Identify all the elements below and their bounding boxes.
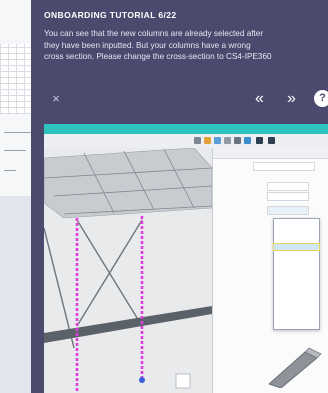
previous-step-icon[interactable]: «: [255, 90, 264, 108]
column-support: [139, 377, 145, 383]
app-toolbar: [44, 134, 328, 149]
property-field[interactable]: [267, 182, 309, 191]
view-cube-icon[interactable]: [175, 373, 191, 389]
background-text-line: [4, 150, 26, 151]
properties-header: [213, 148, 328, 159]
cross-section-dropdown[interactable]: [273, 218, 320, 330]
selection-field[interactable]: [253, 162, 315, 171]
tutorial-title: ONBOARDING TUTORIAL 6/22: [44, 10, 177, 20]
help-icon[interactable]: ?: [314, 90, 328, 107]
section-preview-icon: [268, 347, 322, 388]
tutorial-text-line: You can see that the new columns are alr…: [44, 29, 264, 38]
horizontal-beam: [44, 306, 212, 343]
next-step-icon[interactable]: »: [287, 90, 296, 108]
property-field[interactable]: [267, 192, 309, 201]
tool-icon: [256, 137, 263, 144]
properties-panel: [212, 148, 328, 393]
tool-icon: [268, 137, 275, 144]
tutorial-instructions: You can see that the new columns are alr…: [44, 28, 328, 63]
dropdown-option[interactable]: [274, 318, 319, 324]
tutorial-text-line: cross section. Please change the cross-s…: [44, 52, 272, 61]
tool-icon: [204, 137, 211, 144]
cross-section-select[interactable]: [267, 206, 309, 215]
tutorial-text-line: they have been inputted. But your column…: [44, 40, 251, 50]
tool-icon: [214, 137, 221, 144]
tool-icon: [224, 137, 231, 144]
3d-viewport[interactable]: [44, 147, 213, 393]
close-icon[interactable]: ×: [49, 92, 63, 106]
structure-model: [44, 147, 213, 393]
app-header-bar: [44, 124, 328, 134]
tool-icon: [234, 137, 241, 144]
tool-icon: [244, 137, 251, 144]
background-text-line: [4, 170, 16, 171]
tutorial-screenshot: [44, 124, 328, 393]
background-text-line: [4, 132, 34, 133]
tool-icon: [194, 137, 201, 144]
